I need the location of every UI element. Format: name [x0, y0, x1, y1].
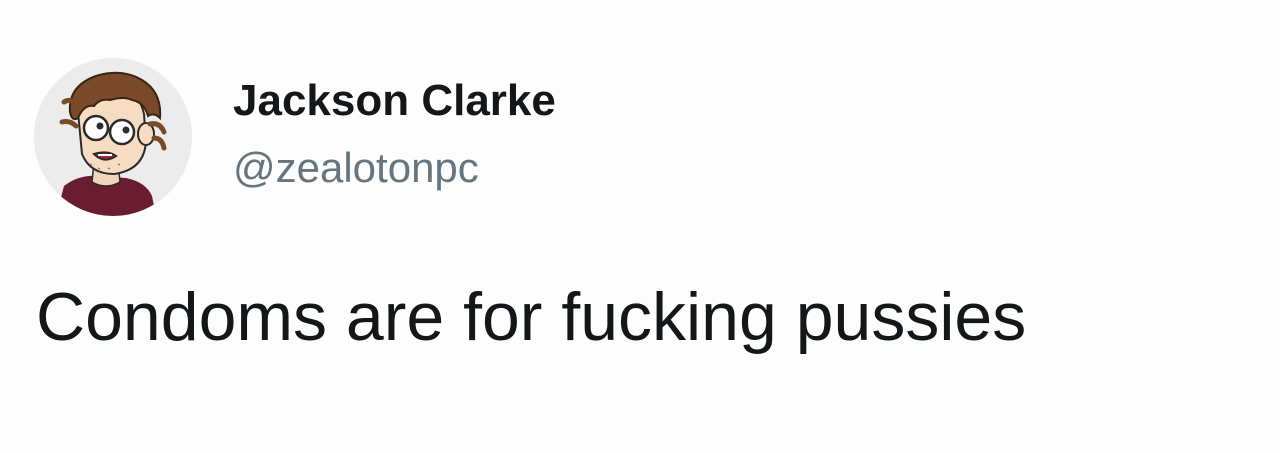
tweet-text: Condoms are for fucking pussies	[36, 279, 1027, 355]
cartoon-avatar-icon	[34, 58, 192, 216]
author-handle[interactable]: @zealotonpc	[233, 141, 479, 195]
author-display-name[interactable]: Jackson Clarke	[233, 74, 556, 128]
avatar[interactable]	[34, 58, 192, 216]
tweet-card: Jackson Clarke @zealotonpc Condoms are f…	[0, 0, 1280, 453]
